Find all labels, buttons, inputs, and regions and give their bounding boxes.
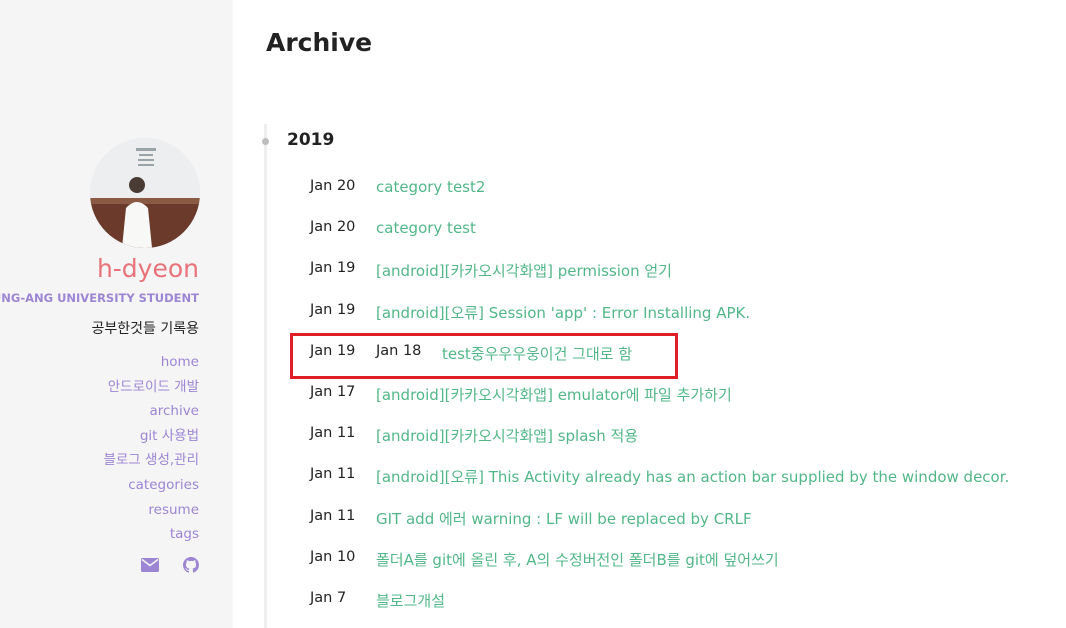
post-date: Jan 7 — [310, 589, 347, 606]
post-item: Jan 10 폴더A를 git에 올린 후, A의 수정버전인 폴더B를 git… — [0, 538, 1066, 579]
post-title-link[interactable]: [android][카카오시각화앱] permission 얻기 — [376, 260, 672, 281]
post-date: Jan 10 — [310, 548, 356, 565]
post-title-link[interactable]: category test2 — [376, 178, 485, 196]
post-date: Jan 11 — [310, 425, 356, 442]
page-title: Archive — [266, 28, 373, 57]
post-item-highlighted: Jan 19 Jan 18 test중우우우웅이건 그대로 함 — [0, 332, 1066, 373]
post-title-link[interactable]: [android][카카오시각화앱] splash 적용 — [376, 425, 638, 446]
post-item: Jan 11 GIT add 에러 warning : LF will be r… — [0, 497, 1066, 538]
post-item: Jan 11 [android][오류] This Activity alrea… — [0, 455, 1066, 496]
post-title-link[interactable]: [android][오류] Session 'app' : Error Inst… — [376, 302, 750, 323]
post-title-link[interactable]: [android][오류] This Activity already has … — [376, 466, 1009, 487]
post-date: Jan 19 — [310, 301, 356, 318]
post-item: Jan 7 블로그개설 — [0, 579, 1066, 620]
post-list: Jan 20 category test2 Jan 20 category te… — [0, 167, 1066, 620]
post-title-link[interactable]: test중우우우웅이건 그대로 함 — [442, 343, 632, 364]
post-item: Jan 20 category test2 — [0, 167, 1066, 208]
post-item: Jan 17 [android][카카오시각화앱] emulator에 파일 추… — [0, 373, 1066, 414]
post-item: Jan 11 [android][카카오시각화앱] splash 적용 — [0, 414, 1066, 455]
post-item: Jan 19 [android][카카오시각화앱] permission 얻기 — [0, 249, 1066, 290]
post-title-link[interactable]: 폴더A를 git에 올린 후, A의 수정버전인 폴더B를 git에 덮어쓰기 — [376, 549, 779, 570]
post-date-secondary: Jan 18 — [376, 342, 422, 359]
post-title-link[interactable]: 블로그개설 — [376, 590, 445, 611]
post-date: Jan 20 — [310, 178, 356, 194]
post-title-link[interactable]: [android][카카오시각화앱] emulator에 파일 추가하기 — [376, 384, 732, 405]
post-title-link[interactable]: GIT add 에러 warning : LF will be replaced… — [376, 508, 752, 529]
post-title-link[interactable]: category test — [376, 219, 476, 237]
post-date: Jan 17 — [310, 383, 356, 400]
post-item: Jan 19 [android][오류] Session 'app' : Err… — [0, 291, 1066, 332]
post-item: Jan 20 category test — [0, 208, 1066, 249]
post-date: Jan 11 — [310, 466, 356, 483]
archive-year: 2019 — [287, 130, 335, 150]
post-date: Jan 19 — [310, 260, 356, 277]
post-date: Jan 19 — [310, 342, 356, 359]
timeline-dot — [262, 138, 269, 145]
post-date: Jan 20 — [310, 219, 356, 236]
post-date: Jan 11 — [310, 507, 356, 524]
